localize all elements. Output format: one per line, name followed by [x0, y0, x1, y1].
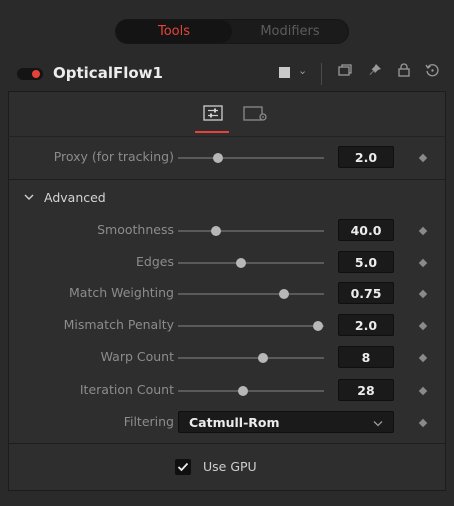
advanced-label: Advanced: [44, 190, 106, 205]
param-label: Mismatch Penalty: [63, 317, 174, 332]
param-label: Smoothness: [97, 222, 174, 237]
toggle-indicator-icon: [32, 70, 40, 78]
tab-tools[interactable]: Tools: [116, 20, 232, 43]
param-label: Proxy (for tracking): [53, 149, 174, 164]
edges-slider[interactable]: [178, 262, 324, 264]
use-gpu-checkbox[interactable]: [175, 459, 191, 475]
mismatch-penalty-slider[interactable]: [178, 325, 324, 327]
tool-tab-bar: Tools Modifiers: [115, 19, 349, 44]
color-swatch-icon[interactable]: [279, 67, 290, 78]
edges-value-field[interactable]: 5.0: [338, 251, 394, 273]
keyframe-icon[interactable]: [418, 386, 428, 396]
chevron-down-icon: [373, 421, 383, 427]
match-weighting-slider[interactable]: [178, 293, 324, 295]
active-tab-underline: [195, 131, 229, 133]
param-label: Filtering: [123, 414, 174, 429]
filtering-selected-value: Catmull-Rom: [189, 414, 280, 430]
slider-knob[interactable]: [236, 258, 246, 268]
slider-knob[interactable]: [213, 153, 223, 163]
param-proxy: Proxy (for tracking) 2.0: [8, 143, 446, 173]
smoothness-value-field[interactable]: 40.0: [338, 219, 394, 241]
iteration-count-slider[interactable]: [178, 390, 324, 392]
pin-icon[interactable]: [366, 62, 384, 82]
keyframe-icon[interactable]: [418, 226, 428, 236]
slider-knob[interactable]: [279, 289, 289, 299]
proxy-slider[interactable]: [178, 157, 324, 159]
param-label: Warp Count: [100, 349, 174, 364]
checkmark-icon: [177, 462, 189, 472]
keyframe-icon[interactable]: [418, 153, 428, 163]
param-filtering: Filtering Catmull-Rom: [8, 408, 446, 438]
param-match-weighting: Match Weighting 0.75: [8, 279, 446, 309]
mismatch-penalty-value-field[interactable]: 2.0: [338, 314, 394, 336]
slider-knob[interactable]: [238, 386, 248, 396]
use-gpu-label: Use GPU: [203, 459, 257, 474]
keyframe-icon[interactable]: [418, 418, 428, 428]
slider-knob[interactable]: [258, 353, 268, 363]
tab-modifiers[interactable]: Modifiers: [232, 20, 348, 43]
iteration-count-value-field[interactable]: 28: [338, 379, 394, 401]
keyframe-icon[interactable]: [418, 289, 428, 299]
proxy-value-field[interactable]: 2.0: [338, 146, 394, 168]
param-label: Iteration Count: [79, 382, 174, 397]
lock-icon[interactable]: [395, 62, 413, 82]
match-weighting-value-field[interactable]: 0.75: [338, 282, 394, 304]
sliders-icon: [203, 105, 223, 121]
keyframe-icon[interactable]: [418, 321, 428, 331]
tab-controls[interactable]: [193, 101, 233, 133]
section-divider: [8, 179, 446, 180]
param-warp-count: Warp Count 8: [8, 343, 446, 373]
keyframe-icon[interactable]: [418, 353, 428, 363]
version-icon[interactable]: [336, 62, 354, 82]
smoothness-slider[interactable]: [178, 230, 324, 232]
chevron-down-icon: [24, 194, 34, 200]
chevron-down-icon[interactable]: ⌄: [298, 64, 307, 77]
filtering-dropdown[interactable]: Catmull-Rom: [178, 411, 394, 433]
keyframe-icon[interactable]: [418, 258, 428, 268]
section-divider: [8, 443, 446, 444]
param-label: Match Weighting: [69, 285, 174, 300]
header-separator: [321, 63, 322, 85]
slider-knob[interactable]: [313, 321, 323, 331]
warp-count-slider[interactable]: [178, 357, 324, 359]
node-header: OpticalFlow1 ⌄: [0, 55, 454, 91]
node-name: OpticalFlow1: [53, 64, 163, 82]
settings-icon: [243, 106, 267, 121]
warp-count-value-field[interactable]: 8: [338, 346, 394, 368]
tab-settings[interactable]: [241, 101, 275, 133]
param-smoothness: Smoothness 40.0: [8, 216, 446, 246]
param-mismatch-penalty: Mismatch Penalty 2.0: [8, 311, 446, 341]
slider-knob[interactable]: [211, 226, 221, 236]
param-label: Edges: [136, 254, 174, 269]
param-edges: Edges 5.0: [8, 248, 446, 278]
param-iteration-count: Iteration Count 28: [8, 376, 446, 406]
reset-icon[interactable]: [423, 62, 441, 82]
